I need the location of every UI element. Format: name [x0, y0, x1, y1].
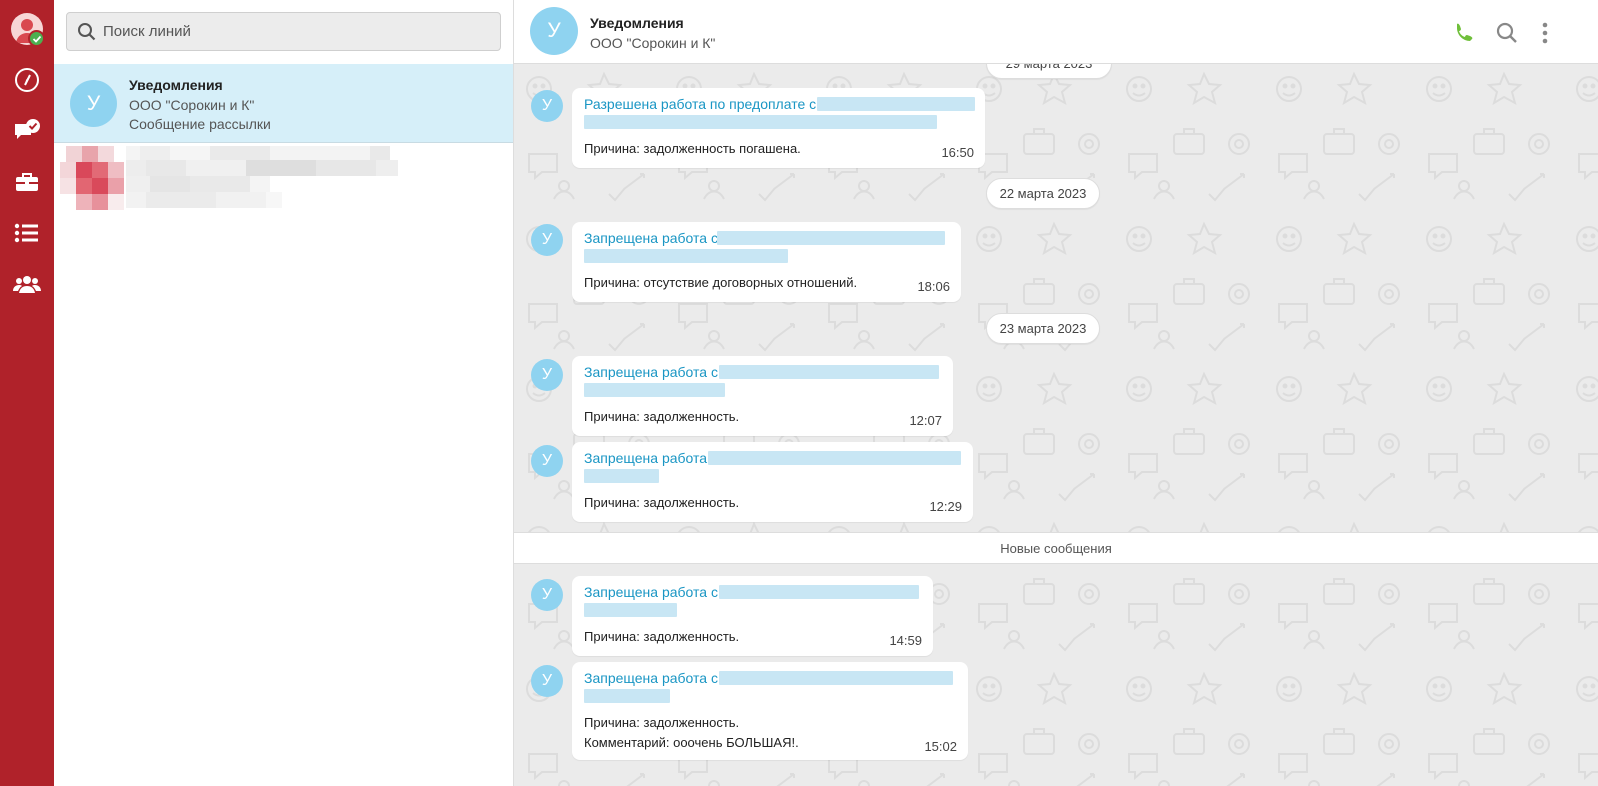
search-icon[interactable] [1494, 20, 1520, 46]
online-status-icon [28, 30, 45, 47]
conversation-panel: У Уведомления ООО "Сорокин и К" У Разреш… [514, 0, 1598, 786]
redacted-text [584, 115, 937, 129]
date-separator: 29 марта 2023 [986, 64, 1112, 79]
chat-list-item-redacted[interactable] [60, 146, 460, 214]
group-icon[interactable] [0, 264, 54, 304]
briefcase-icon[interactable] [0, 162, 54, 202]
conversation-header: У Уведомления ООО "Сорокин и К" [514, 0, 1598, 64]
chat-last-message: Сообщение рассылки [129, 116, 271, 132]
message-time: 12:07 [909, 413, 942, 428]
message-reason: Причина: задолженность. [584, 715, 740, 730]
message-avatar: У [531, 579, 563, 611]
phone-icon[interactable] [1450, 20, 1476, 46]
message-title: Запрещена работа [584, 450, 708, 466]
date-separator: 22 марта 2023 [986, 178, 1100, 209]
redacted-text [719, 585, 919, 599]
messenger-app: У Уведомления ООО "Сорокин и К" Сообщени… [0, 0, 1598, 786]
message-bubble[interactable]: Запрещена работа с Причина: задолженност… [572, 662, 968, 760]
message-title: Запрещена работа с [584, 584, 718, 600]
chat-list-panel: У Уведомления ООО "Сорокин и К" Сообщени… [54, 0, 514, 786]
search-icon [78, 22, 96, 40]
message-time: 15:02 [924, 739, 957, 754]
message-time: 12:29 [929, 499, 962, 514]
message-reason: Причина: задолженность. [584, 495, 740, 510]
header-avatar[interactable]: У [530, 7, 578, 55]
compass-icon[interactable] [0, 60, 54, 100]
message-comment: Комментарий: ооочень БОЛЬШАЯ!. [584, 735, 799, 750]
search-input[interactable] [103, 23, 483, 40]
redacted-text [584, 689, 670, 703]
message-area[interactable]: 29 марта 2023 У Разрешена работа по пред… [514, 64, 1598, 786]
redacted-text [584, 249, 788, 263]
new-messages-divider: Новые сообщения [514, 532, 1598, 564]
left-rail [0, 0, 54, 786]
list-icon[interactable] [0, 213, 54, 253]
conversation-subtitle: ООО "Сорокин и К" [590, 35, 716, 51]
message-reason: Причина: задолженность. [584, 409, 740, 424]
message-bubble[interactable]: Разрешена работа по предоплате с Причина… [572, 88, 985, 168]
message-avatar: У [531, 445, 563, 477]
redacted-text [719, 365, 939, 379]
message-avatar: У [531, 90, 563, 122]
date-separator: 23 марта 2023 [986, 313, 1100, 344]
chat-check-icon[interactable] [0, 111, 54, 151]
avatar: У [70, 80, 117, 127]
message-title: Запрещена работа с [584, 364, 718, 380]
message-time: 14:59 [889, 633, 922, 648]
message-title: Запрещена работа с [584, 230, 718, 246]
chat-list-item-notifications[interactable]: У Уведомления ООО "Сорокин и К" Сообщени… [54, 64, 513, 143]
more-menu-icon[interactable] [1532, 20, 1558, 46]
message-avatar: У [531, 359, 563, 391]
message-reason: Причина: задолженность. [584, 629, 740, 644]
message-title: Запрещена работа с [584, 670, 718, 686]
redacted-text [584, 383, 725, 397]
chat-company: ООО "Сорокин и К" [129, 97, 255, 113]
redacted-text [708, 451, 961, 465]
message-reason: Причина: задолженность погашена. [584, 141, 801, 156]
message-avatar: У [531, 224, 563, 256]
redacted-text [817, 97, 975, 111]
message-title: Разрешена работа по предоплате с [584, 96, 817, 112]
redacted-text [584, 603, 677, 617]
conversation-title: Уведомления [590, 15, 684, 31]
redacted-block [60, 146, 398, 210]
message-reason: Причина: отсутствие договорных отношений… [584, 275, 858, 290]
message-bubble[interactable]: Запрещена работа с Причина: задолженност… [572, 356, 953, 436]
redacted-text [717, 231, 945, 245]
message-bubble[interactable]: Запрещена работа с Причина: задолженност… [572, 576, 933, 656]
message-time: 16:50 [941, 145, 974, 160]
message-bubble[interactable]: Запрещена работа Причина: задолженность.… [572, 442, 973, 522]
message-time: 18:06 [917, 279, 950, 294]
redacted-text [719, 671, 953, 685]
message-avatar: У [531, 665, 563, 697]
redacted-text [584, 469, 659, 483]
message-bubble[interactable]: Запрещена работа с Причина: отсутствие д… [572, 222, 961, 302]
search-box[interactable] [66, 12, 501, 51]
chat-name: Уведомления [129, 77, 223, 93]
